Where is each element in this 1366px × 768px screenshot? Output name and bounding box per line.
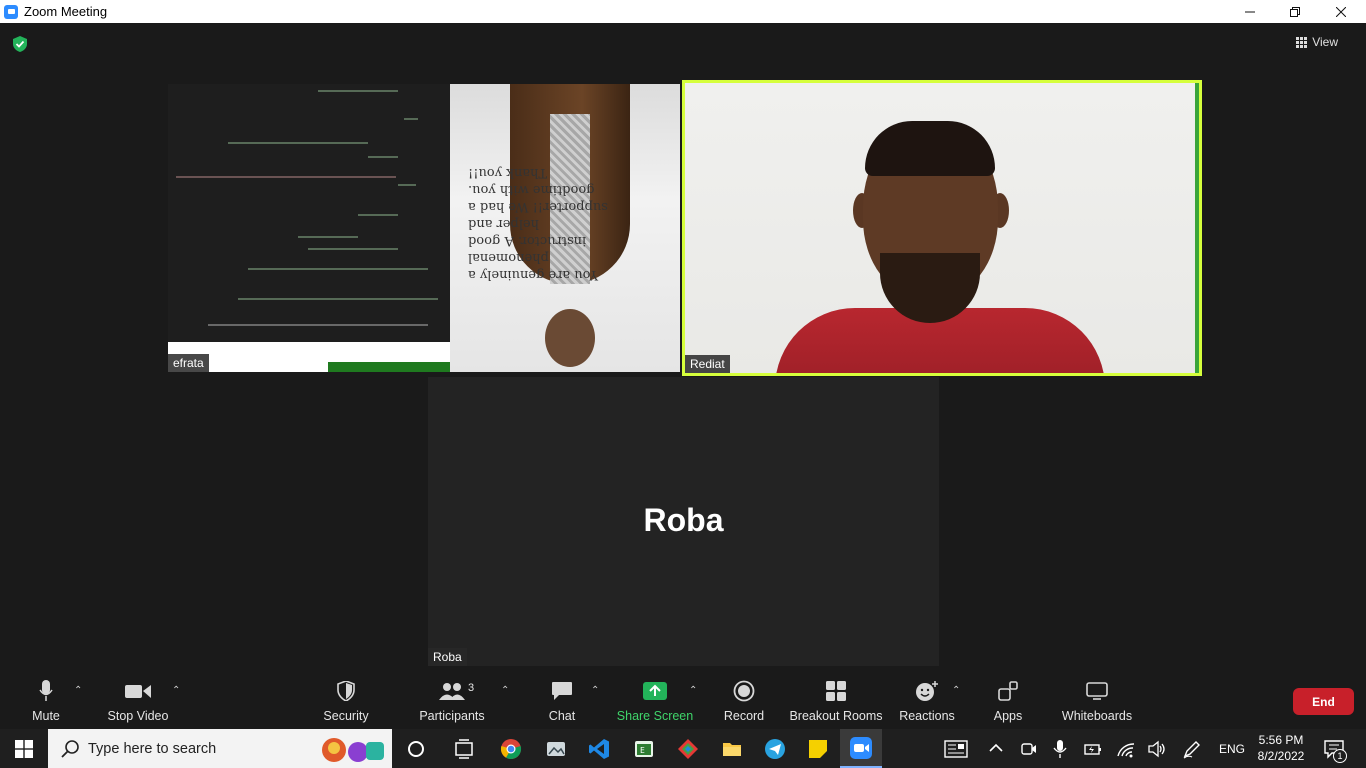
apps-icon [998,681,1018,701]
search-highlight-illustration-icon [322,738,384,762]
mute-button[interactable]: Mute [26,673,66,729]
participants-count: 3 [468,682,475,694]
clock-time: 5:56 PM [1258,733,1304,747]
stop-video-button[interactable]: Stop Video [104,673,172,729]
taskbar-clock[interactable]: 5:56 PM 8/2/2022 [1250,732,1312,764]
clock-date: 8/2/2022 [1257,749,1305,763]
participant-name-label: efrata [168,354,209,372]
restore-icon [1290,6,1300,17]
breakout-rooms-button[interactable]: Breakout Rooms [789,673,883,729]
participant-display-name: Roba [643,502,724,538]
reactions-button[interactable]: Reactions [898,673,956,729]
share-screen-button[interactable]: Share Screen [617,673,693,729]
participants-options-chevron-icon[interactable]: ⌃ [501,685,509,696]
windows-taskbar: Type here to search E ENG 5:56 PM 8/2/20… [0,729,1366,768]
record-button[interactable]: Record [722,673,766,729]
search-placeholder: Type here to search [88,740,217,757]
minimize-icon [1245,11,1255,12]
end-meeting-button[interactable]: End [1293,688,1354,715]
task-view-icon[interactable] [453,738,475,760]
chat-button[interactable]: Chat [542,673,582,729]
participant-name-label: Roba [428,648,467,666]
camera-in-use-icon[interactable] [1020,740,1038,758]
view-label: View [1312,35,1338,49]
sourcetree-icon[interactable] [677,738,699,760]
whiteboard-icon [1086,682,1108,700]
encryption-shield-icon[interactable] [12,36,28,52]
wifi-icon[interactable] [1116,740,1136,758]
video-tile-efrata[interactable]: You are genuinely a phenomenal instructo… [168,84,680,372]
record-icon [733,680,755,702]
svg-text:E: E [640,746,645,755]
title-bar: Zoom Meeting [0,0,1366,23]
microphone-icon [39,680,53,701]
chat-bubble-icon [552,682,572,700]
shared-code-editor [168,84,450,342]
video-options-chevron-icon[interactable]: ⌃ [172,685,180,696]
video-tile-roba[interactable]: Roba Roba [428,377,939,666]
thank-you-note: You are genuinely a phenomenal instructo… [468,165,608,282]
show-hidden-icons-chevron-icon[interactable] [988,741,1004,755]
audio-options-chevron-icon[interactable]: ⌃ [74,685,82,696]
news-widget-icon[interactable] [944,740,968,758]
sticky-notes-icon[interactable] [807,738,829,760]
shared-photo: You are genuinely a phenomenal instructo… [450,84,680,372]
pen-workspace-icon[interactable] [1182,739,1202,759]
video-tile-rediat[interactable]: Rediat [682,80,1202,376]
breakout-rooms-icon [826,681,846,701]
maximize-button[interactable] [1272,0,1318,23]
search-icon [61,739,79,758]
security-button[interactable]: Security [322,673,370,729]
notification-count-badge: 1 [1333,749,1347,763]
photos-app-icon[interactable] [545,738,567,760]
thank-you-banner [168,342,518,372]
vscode-icon[interactable] [588,738,610,760]
terminal-app-icon[interactable]: E [633,738,655,760]
reactions-options-chevron-icon[interactable]: ⌃ [952,685,960,696]
chrome-icon[interactable] [500,738,522,760]
microphone-in-use-icon[interactable] [1052,739,1068,759]
view-button[interactable]: View [1296,35,1338,49]
telegram-icon[interactable] [764,738,786,760]
meeting-area: View You are genuinely a phenomenal inst… [0,23,1366,673]
meeting-controls: Mute ⌃ Stop Video ⌃ Security Participant… [0,673,1366,729]
volume-icon[interactable] [1147,740,1167,758]
participant-name-label: Rediat [685,355,730,373]
video-camera-icon [125,685,151,698]
battery-charging-icon[interactable] [1083,740,1103,758]
close-button[interactable] [1318,0,1364,23]
file-explorer-icon[interactable] [721,738,743,760]
apps-button[interactable]: Apps [988,673,1028,729]
whiteboards-button[interactable]: Whiteboards [1058,673,1136,729]
reactions-smiley-icon [916,681,938,701]
taskbar-search-box[interactable]: Type here to search [48,729,392,768]
zoom-taskbar-icon [850,737,872,759]
grid-view-icon [1296,36,1308,48]
close-icon [1336,6,1346,17]
participants-button[interactable]: Participants [418,673,486,729]
cortana-icon[interactable] [405,738,427,760]
share-screen-icon [643,682,667,700]
window-title: Zoom Meeting [24,4,108,19]
minimize-button[interactable] [1227,0,1273,23]
participants-icon [439,683,465,700]
share-options-chevron-icon[interactable]: ⌃ [689,685,697,696]
zoom-app-icon [4,4,18,19]
zoom-taskbar-button[interactable] [840,729,882,768]
input-language-indicator[interactable]: ENG [1219,729,1245,768]
windows-start-icon[interactable] [15,740,33,758]
chat-options-chevron-icon[interactable]: ⌃ [591,685,599,696]
security-shield-icon [337,681,355,701]
